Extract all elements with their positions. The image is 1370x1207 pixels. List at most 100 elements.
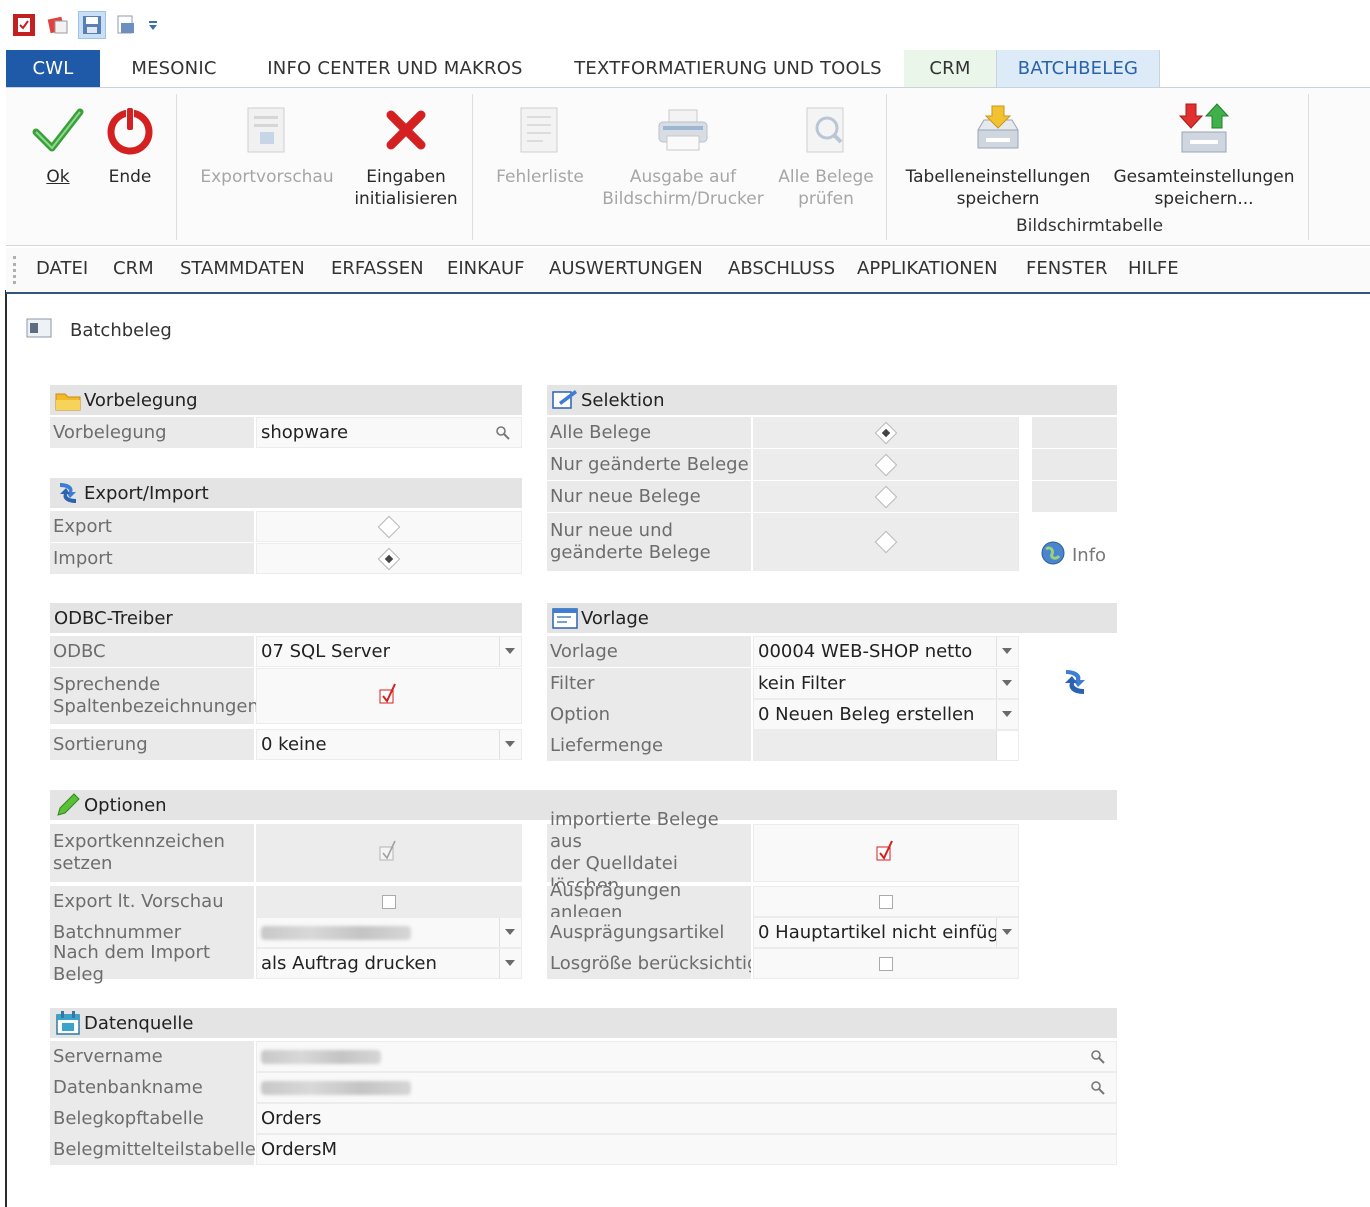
document-window-icon	[26, 318, 52, 343]
fehlerliste-button[interactable]: Fehlerliste	[490, 94, 590, 188]
toolbar-grip[interactable]	[13, 256, 16, 284]
sortierung-select[interactable]: 0 keine	[256, 729, 522, 760]
losgroesse-checkbox-cell[interactable]	[753, 948, 1019, 979]
chevron-down-icon[interactable]	[996, 700, 1018, 729]
app-icon[interactable]	[10, 11, 38, 39]
menu-auswertungen[interactable]: AUSWERTUNGEN	[549, 258, 703, 279]
section-datenquelle-title: Datenquelle	[84, 1012, 194, 1034]
search-icon[interactable]	[495, 425, 511, 446]
belegkopftabelle-field[interactable]: Orders	[256, 1103, 1117, 1134]
exportvorschau-button[interactable]: Exportvorschau	[194, 94, 340, 188]
tabelleneinstellungen-button[interactable]: Tabelleneinstellungen speichern	[898, 94, 1098, 210]
menu-datei[interactable]: DATEI	[36, 258, 88, 279]
vorbelegung-field[interactable]: shopware	[256, 417, 522, 448]
liefermenge-spin[interactable]	[996, 731, 1018, 760]
print-preview-icon[interactable]	[112, 11, 140, 39]
geaenderte-radio[interactable]	[874, 453, 898, 476]
datenbankname-field[interactable]	[256, 1072, 1117, 1103]
chevron-down-icon[interactable]	[499, 949, 521, 978]
menu-abschluss[interactable]: ABSCHLUSS	[728, 258, 835, 279]
import-radio[interactable]	[377, 547, 401, 570]
section-vorbelegung-title: Vorbelegung	[84, 389, 198, 411]
menu-applikationen[interactable]: APPLIKATIONEN	[857, 258, 998, 279]
neue-geaenderte-radio-cell[interactable]	[753, 513, 1019, 571]
ok-label: Ok	[46, 167, 70, 187]
export-radio-cell[interactable]	[256, 511, 522, 542]
tab-batchbeleg[interactable]: BATCHBELEG	[996, 50, 1160, 87]
gesamteinstellungen-button[interactable]: Gesamteinstellungen speichern...	[1106, 94, 1302, 210]
chevron-down-icon[interactable]	[996, 637, 1018, 666]
ok-button[interactable]: Ok	[30, 94, 86, 188]
filter-select[interactable]: kein Filter	[753, 668, 1019, 699]
alle-belege-pruefen-button[interactable]: Alle Belege prüfen	[772, 94, 880, 210]
losgroesse-label: Losgröße berücksichtiger	[547, 948, 751, 979]
neue-radio-cell[interactable]	[753, 481, 1019, 512]
tab-textformatierung[interactable]: TEXTFORMATIERUNG UND TOOLS	[572, 50, 884, 87]
alle-belege-radio[interactable]	[874, 421, 898, 444]
menu-fenster[interactable]: FENSTER	[1026, 258, 1108, 279]
section-datenquelle: Datenquelle	[50, 1008, 1117, 1038]
export-vorschau-checkbox-cell[interactable]	[256, 886, 522, 917]
belegmittelteilstabelle-field[interactable]: OrdersM	[256, 1134, 1117, 1165]
auspraegungen-checkbox-cell[interactable]	[753, 886, 1019, 917]
ausgabe-button[interactable]: Ausgabe auf Bildschirm/Drucker	[598, 94, 768, 210]
disabled-checkbox-icon[interactable]	[378, 839, 400, 868]
menu-einkauf[interactable]: EINKAUF	[447, 258, 524, 279]
vorlage-select[interactable]: 00004 WEB-SHOP netto	[753, 636, 1019, 667]
servername-field[interactable]	[256, 1041, 1117, 1072]
losgroesse-checkbox[interactable]	[879, 956, 893, 971]
selektion-side-cell	[1032, 481, 1117, 512]
liefermenge-field[interactable]	[753, 730, 1019, 761]
tabelleneinstellungen-label-2: speichern	[956, 189, 1040, 209]
geaenderte-radio-cell[interactable]	[753, 449, 1019, 480]
calendar-icon[interactable]	[44, 11, 72, 39]
auspraegungen-checkbox[interactable]	[879, 894, 893, 909]
chevron-down-icon[interactable]	[996, 918, 1018, 947]
error-list-icon	[517, 94, 563, 166]
import-radio-cell[interactable]	[256, 543, 522, 574]
customize-qat-icon[interactable]	[146, 11, 160, 39]
menu-stammdaten[interactable]: STAMMDATEN	[180, 258, 305, 279]
sprechende-checkbox-cell[interactable]	[256, 668, 522, 724]
ende-button[interactable]: Ende	[100, 94, 160, 188]
chevron-down-icon[interactable]	[499, 918, 521, 947]
export-vorschau-label: Export lt. Vorschau	[50, 886, 254, 917]
checked-checkbox-icon[interactable]	[378, 682, 400, 711]
checked-checkbox-icon[interactable]	[875, 839, 897, 868]
menu-erfassen[interactable]: ERFASSEN	[331, 258, 424, 279]
export-radio[interactable]	[377, 515, 401, 538]
nach-import-select[interactable]: als Auftrag drucken	[256, 948, 522, 979]
tab-cwl[interactable]: CWL	[6, 50, 100, 87]
database-calendar-icon	[54, 1010, 82, 1036]
menu-crm[interactable]: CRM	[113, 258, 154, 279]
batchnummer-select[interactable]	[256, 917, 522, 948]
neue-geaenderte-label-2: geänderte Belege	[550, 542, 711, 563]
tab-mesonic[interactable]: MESONIC	[118, 50, 230, 87]
neue-geaenderte-label: Nur neue und geänderte Belege	[547, 513, 751, 571]
tab-info-center[interactable]: INFO CENTER UND MAKROS	[264, 50, 526, 87]
option-select[interactable]: 0 Neuen Beleg erstellen	[753, 699, 1019, 730]
neue-radio[interactable]	[874, 485, 898, 508]
chevron-down-icon[interactable]	[499, 730, 521, 759]
export-vorschau-checkbox[interactable]	[382, 894, 396, 909]
save-icon[interactable]	[78, 11, 106, 39]
info-button[interactable]: Info	[1040, 540, 1106, 571]
search-icon[interactable]	[1090, 1080, 1106, 1101]
neue-geaenderte-radio[interactable]	[874, 530, 898, 554]
chevron-down-icon[interactable]	[996, 669, 1018, 698]
belegmittelteilstabelle-value: OrdersM	[261, 1139, 338, 1160]
odbc-select[interactable]: 07 SQL Server	[256, 636, 522, 667]
refresh-transfer-icon[interactable]	[1060, 666, 1090, 700]
tab-crm[interactable]: CRM	[904, 50, 996, 87]
edit-form-icon	[551, 388, 579, 412]
chevron-down-icon[interactable]	[499, 637, 521, 666]
alle-belege-radio-cell[interactable]	[753, 417, 1019, 448]
belegmittelteilstabelle-label: Belegmittelteilstabelle	[50, 1134, 256, 1165]
menu-hilfe[interactable]: HILFE	[1128, 258, 1179, 279]
eingaben-initialisieren-button[interactable]: Eingaben initialisieren	[346, 94, 466, 210]
search-icon[interactable]	[1090, 1049, 1106, 1070]
exportkennzeichen-checkbox-cell[interactable]	[256, 824, 522, 882]
section-selektion: Selektion	[547, 385, 1117, 415]
importierte-checkbox-cell[interactable]	[753, 824, 1019, 882]
auspraegungsartikel-select[interactable]: 0 Hauptartikel nicht einfüger	[753, 917, 1019, 948]
